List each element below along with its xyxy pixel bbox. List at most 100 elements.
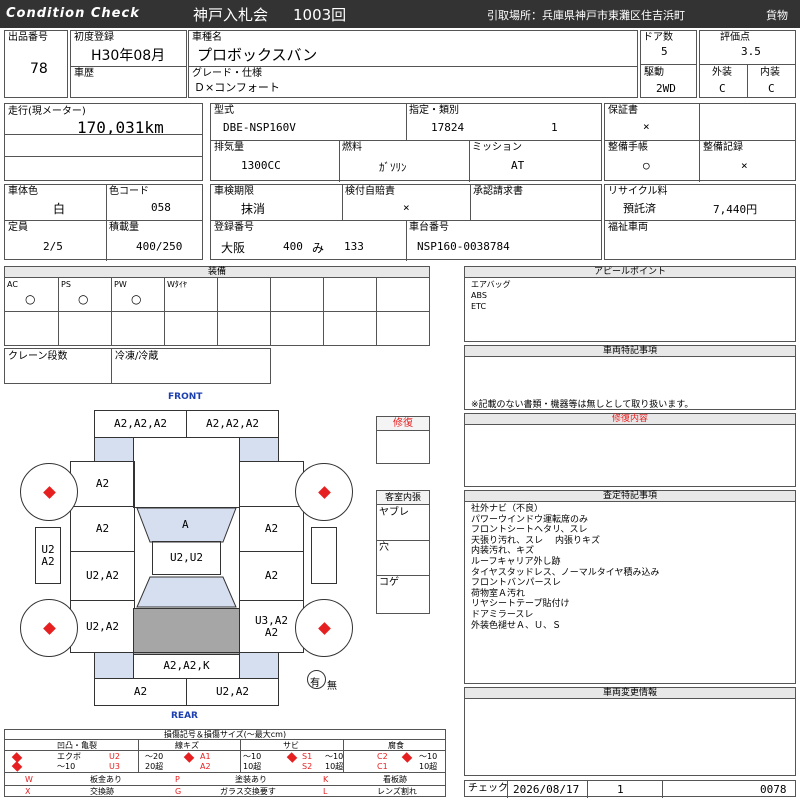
- capacity-label: 定員: [8, 222, 28, 233]
- legend-val-w: 板金あり: [90, 775, 122, 784]
- pickup-location: 引取場所：兵庫県神戸市東灘区住吉浜町: [487, 9, 685, 22]
- mileage-label: 走行(現メーター): [8, 106, 86, 117]
- vehicle-notes-box: 車両特記事項 ※記載のない書類・機器等は無しとして取り扱います。: [464, 345, 796, 410]
- right-side-panel: [311, 527, 337, 584]
- grade-label: グレード・仕様: [192, 68, 262, 79]
- warranty: ×: [643, 120, 650, 133]
- inspection: 抹消: [241, 202, 266, 216]
- legend-dent-c: 〜20: [145, 752, 164, 761]
- headlight-right: [239, 437, 279, 462]
- left-quarter: U2,A2: [70, 600, 135, 653]
- inspection-box: 車検期限 抹消 検付自賠責 × 承認請求書 登録番号 大阪 400 み 133 …: [210, 184, 602, 261]
- legend-line-title: 線キズ: [175, 741, 199, 750]
- legend-key-g: G: [175, 787, 182, 796]
- note-line: ルーフキャリア外し跡: [471, 556, 561, 567]
- header-bar: Condition Check 神戸入札会 1003回 引取場所：兵庫県神戸市東…: [0, 0, 800, 28]
- wheel-front-left: [20, 463, 78, 521]
- vehicle-notes-title: 車両特記事項: [465, 346, 795, 357]
- legend-dent-d: U3: [109, 762, 120, 771]
- legend-rust-d: 10超: [325, 762, 344, 771]
- model-label: 型式: [214, 105, 234, 116]
- reg-num: 133: [344, 240, 364, 253]
- rear-bumper-center: A2,A2,K: [133, 652, 240, 679]
- cargo-area: [133, 608, 240, 655]
- drive-label: 駆動: [644, 67, 664, 78]
- front-bumper-right: A2,A2,A2: [186, 410, 279, 438]
- interior-label: 内装: [760, 67, 780, 78]
- legend-rust-a: S1: [302, 752, 313, 761]
- note-line: フロントバンパースレ: [471, 578, 562, 589]
- mission: AT: [511, 159, 525, 172]
- legend-dent-title: 凹凸・亀裂: [57, 741, 97, 750]
- equip-ac-value: ○: [25, 292, 36, 306]
- cabin-title: 客室内張: [377, 491, 429, 505]
- color: 白: [53, 202, 66, 216]
- right-door-rear: A2: [239, 551, 304, 601]
- designation-label: 指定・類別: [409, 105, 459, 116]
- fuel-label: 燃料: [342, 142, 362, 153]
- reg-kana: み: [312, 241, 325, 255]
- legend-dent-b: U2: [109, 752, 120, 761]
- equip-ps-value: ○: [78, 292, 89, 306]
- repair-content-box: 修復内容: [464, 413, 796, 487]
- wheel-front-right: [295, 463, 353, 521]
- first-reg-box: 初度登録 H30年08月 車歴: [70, 30, 187, 98]
- displacement-label: 排気量: [214, 142, 244, 153]
- note-line: フロントシートヘタリ、スレ: [471, 525, 588, 536]
- category: 貨物: [766, 9, 788, 22]
- first-reg-label: 初度登録: [74, 32, 114, 43]
- tax: ×: [403, 201, 410, 214]
- fuel: ｶﾞｿﾘﾝ: [379, 161, 407, 174]
- front-label: FRONT: [168, 392, 203, 402]
- chassis: NSP160-0038784: [417, 240, 510, 253]
- repair-title: 修復: [377, 417, 429, 431]
- taillight-right: [239, 652, 279, 679]
- interior: C: [768, 82, 775, 95]
- legend-corrosion-title: 腐食: [388, 741, 404, 750]
- legend-rust-c: S2: [302, 762, 313, 771]
- auction-name: 神戸入札会: [193, 6, 269, 24]
- score: 3.5: [741, 45, 761, 58]
- legend-val-p: 塗装あり: [235, 775, 267, 784]
- exterior-box: 外装 C: [699, 64, 748, 98]
- equip-ac-label: AC: [7, 280, 18, 289]
- drive: 2WD: [656, 82, 676, 95]
- change-info-box: 車両変更情報: [464, 687, 796, 776]
- equipment-box: 装備 AC ○ PS ○ PW ○ Wﾀｲﾔ: [4, 266, 430, 346]
- note-line: 社外ナビ（不良）: [471, 504, 544, 514]
- score-label: 評価点: [720, 32, 750, 43]
- interior-box: 内装 C: [747, 64, 796, 98]
- note-line: 荷物室Ａ汚れ: [471, 588, 526, 599]
- equip-pw-value: ○: [131, 292, 142, 306]
- legend-val-x: 交換跡: [90, 787, 114, 796]
- legend-corrosion-d: 10超: [419, 762, 438, 771]
- left-door-rear: U2,A2: [70, 551, 135, 601]
- warranty-label: 保証書: [608, 105, 638, 116]
- check-code: 0078: [760, 783, 787, 796]
- recycle-label: リサイクル料: [608, 186, 668, 197]
- appeal-box: アピールポイント エアバッグ ABS ETC: [464, 266, 796, 342]
- check-label: チェック: [468, 783, 508, 794]
- hood: [133, 437, 240, 508]
- auction-lot: 1003回: [293, 6, 347, 24]
- model-box: 型式 DBE-NSP160V 指定・類別 17824 1 排気量 1300CC …: [210, 103, 602, 182]
- check-date: 2026/08/17: [513, 783, 580, 796]
- note-line: タイヤスタッドレス、ノーマルタイヤ積み込み: [471, 567, 660, 578]
- rear-bumper-left: A2: [94, 678, 187, 706]
- color-label: 車体色: [8, 186, 38, 197]
- headlight-left: [94, 437, 134, 462]
- lot-no-box: 出品番号 78: [4, 30, 68, 98]
- right-fender: [239, 461, 304, 507]
- crane-box: クレーン段数: [4, 348, 112, 384]
- legend-rust-title: サビ: [283, 741, 299, 750]
- appeal-item: エアバッグ: [471, 280, 511, 289]
- taillight-left: [94, 652, 134, 679]
- maint-rec-label: 整備記録: [703, 142, 743, 153]
- legend-dent-a: エクボ: [57, 752, 81, 761]
- recycle-status: 預託済: [623, 202, 656, 215]
- legend-key-l: L: [323, 787, 328, 796]
- chassis-label: 車台番号: [409, 222, 449, 233]
- first-reg: H30年08月: [91, 48, 166, 64]
- legend-red-mark: [183, 752, 195, 763]
- rear-label: REAR: [171, 711, 198, 721]
